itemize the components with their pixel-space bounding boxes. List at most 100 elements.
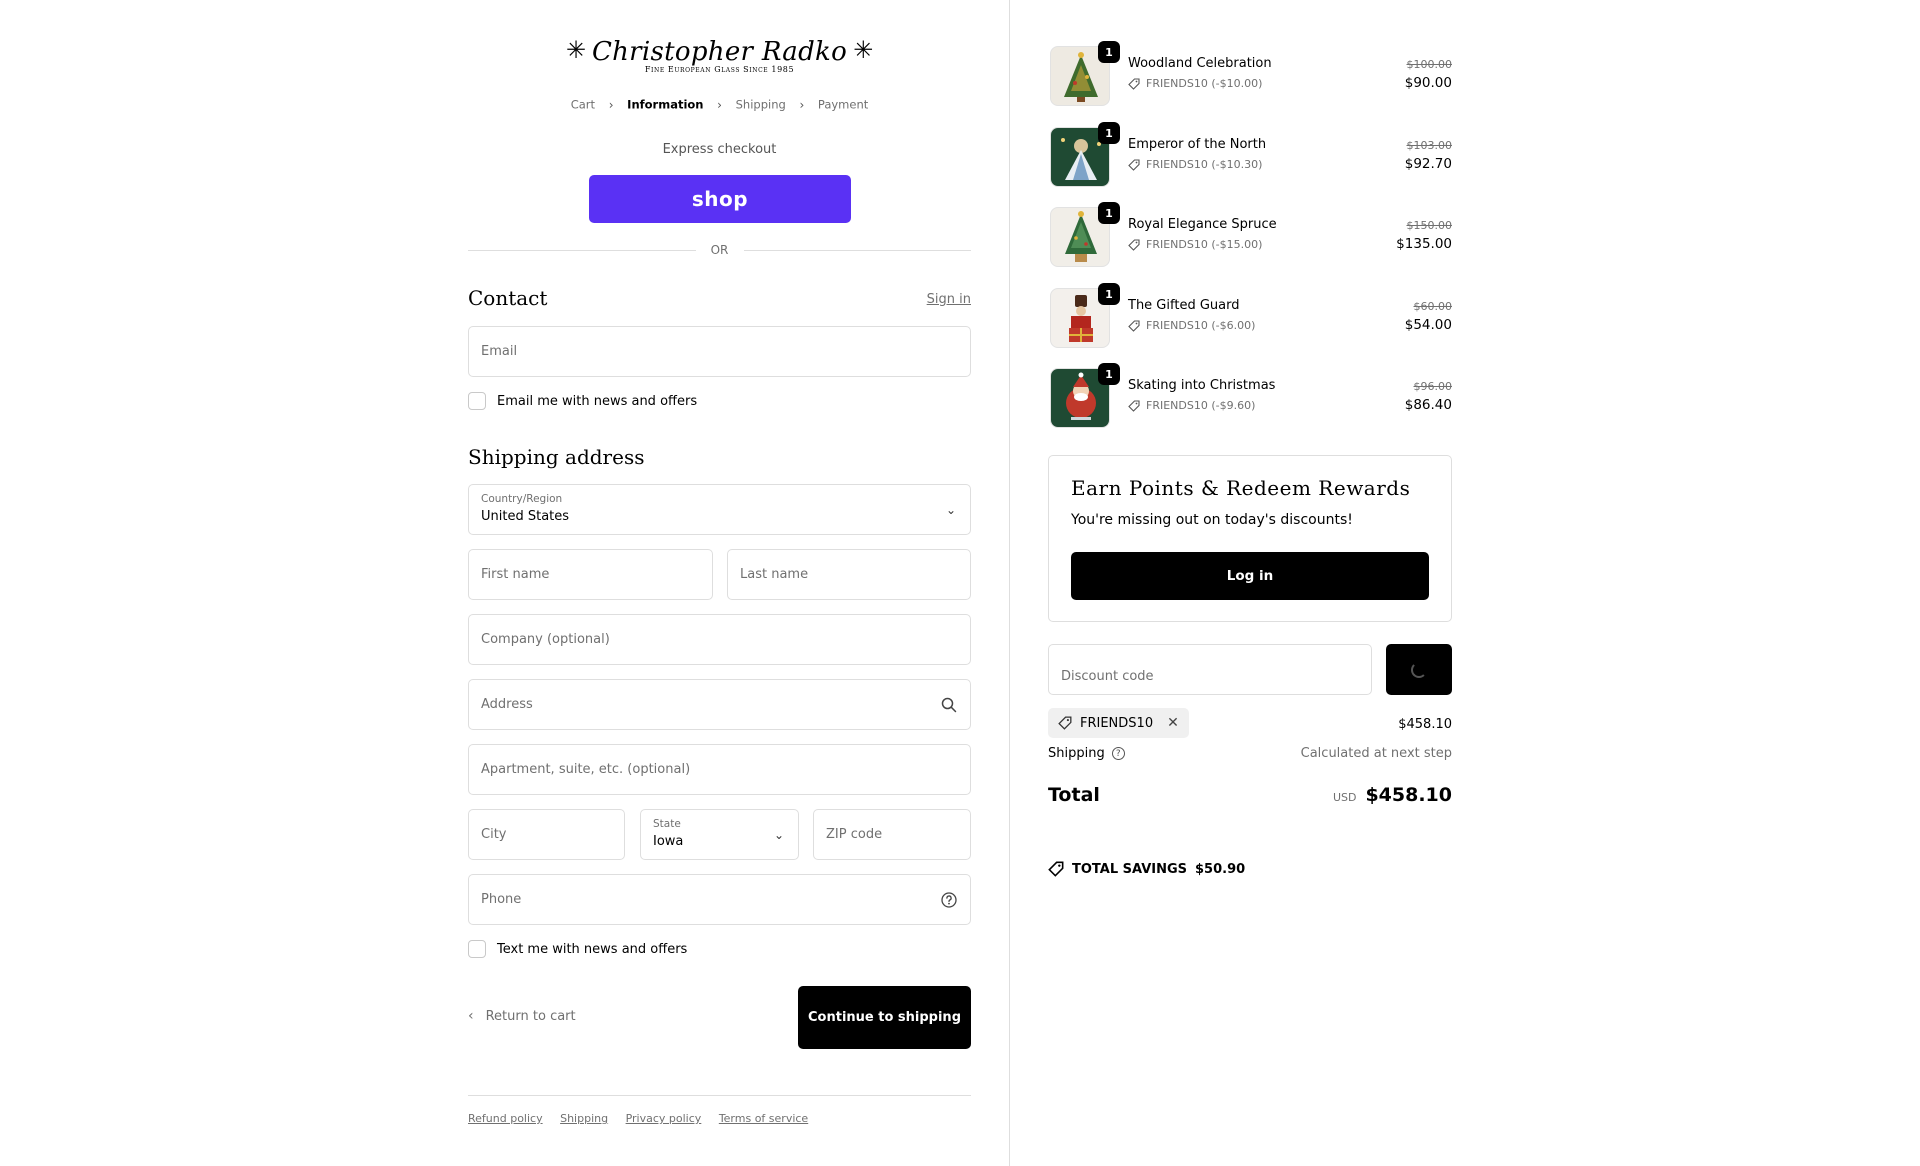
zip-field[interactable]: ZIP code <box>813 809 971 860</box>
terms-of-service-link[interactable]: Terms of service <box>719 1112 808 1125</box>
refund-policy-link[interactable]: Refund policy <box>468 1112 543 1125</box>
applied-code: FRIENDS10 <box>1080 715 1154 731</box>
country-value: United States <box>481 509 570 524</box>
brand-name: Christopher Radko <box>591 37 848 67</box>
item-discount-text: FRIENDS10 (-$9.60) <box>1146 399 1256 412</box>
shop-pay-button[interactable]: shop <box>589 175 851 223</box>
line-item: 1 Royal Elegance Spruce FRIENDS10 (-$15.… <box>1048 202 1452 269</box>
footer-links: Refund policy Shipping Privacy policy Te… <box>468 1112 822 1125</box>
email-placeholder: Email <box>481 344 518 359</box>
tag-icon <box>1128 158 1140 171</box>
help-icon[interactable]: ? <box>1111 747 1125 760</box>
tag-icon <box>1128 399 1140 412</box>
item-discount: FRIENDS10 (-$6.00) <box>1128 319 1255 332</box>
return-to-cart-link[interactable]: ‹ Return to cart <box>468 1008 576 1024</box>
rewards-card: Earn Points & Redeem Rewards You're miss… <box>1048 455 1452 622</box>
rewards-subtitle: You're missing out on today's discounts! <box>1071 512 1353 528</box>
apartment-placeholder: Apartment, suite, etc. (optional) <box>481 762 691 777</box>
company-placeholder: Company (optional) <box>481 632 610 647</box>
sms-opt-in-checkbox[interactable] <box>468 940 486 958</box>
checkout-form-panel: ✳ Christopher Radko ✳ Fine European Glass … <box>0 0 1009 1166</box>
apply-discount-button[interactable] <box>1386 644 1452 695</box>
sms-opt-in[interactable]: Text me with news and offers <box>468 940 687 958</box>
tag-icon <box>1128 238 1140 251</box>
chevron-right-icon: › <box>799 97 805 112</box>
express-checkout-label: Express checkout <box>662 142 777 157</box>
breadcrumb: Cart › Information › Shipping › Payment <box>468 97 971 112</box>
address-field[interactable]: Address <box>468 679 971 730</box>
first-name-field[interactable]: First name <box>468 549 713 600</box>
star-icon: ✳ <box>853 36 874 64</box>
address-placeholder: Address <box>481 697 533 712</box>
help-icon[interactable] <box>940 891 958 909</box>
item-discount: FRIENDS10 (-$9.60) <box>1128 399 1255 412</box>
state-select[interactable]: State Iowa ⌄ <box>640 809 799 860</box>
item-original-price: $103.00 <box>1406 139 1453 152</box>
continue-to-shipping-button[interactable]: Continue to shipping <box>798 986 971 1049</box>
quantity-badge: 1 <box>1098 202 1120 224</box>
item-price: $54.00 <box>1404 317 1452 333</box>
shipping-address-heading: Shipping address <box>468 445 645 469</box>
city-field[interactable]: City <box>468 809 625 860</box>
order-summary-panel: 1 Woodland Celebration FRIENDS10 (-$10.0… <box>1009 0 1920 1166</box>
item-discount-text: FRIENDS10 (-$10.00) <box>1146 77 1263 90</box>
email-field[interactable]: Email <box>468 326 971 377</box>
chevron-down-icon: ⌄ <box>945 503 956 517</box>
phone-placeholder: Phone <box>481 892 522 907</box>
brand-logo[interactable]: ✳ Christopher Radko ✳ Fine European Glass … <box>468 36 971 74</box>
log-in-button[interactable]: Log in <box>1071 552 1429 600</box>
quantity-badge: 1 <box>1098 122 1120 144</box>
item-original-price: $100.00 <box>1406 58 1453 71</box>
email-opt-in[interactable]: Email me with news and offers <box>468 392 697 410</box>
search-icon <box>941 697 957 713</box>
item-original-price: $60.00 <box>1413 300 1453 313</box>
country-select[interactable]: Country/Region United States ⌄ <box>468 484 971 535</box>
item-name: Emperor of the North <box>1128 137 1267 152</box>
return-to-cart-label: Return to cart <box>485 1008 576 1024</box>
sign-in-link[interactable]: Sign in <box>927 292 971 307</box>
shipping-row: Shipping ? <box>1048 746 1125 761</box>
line-item: 1 Emperor of the North FRIENDS10 (-$10.3… <box>1048 122 1453 189</box>
tag-icon <box>1058 716 1072 730</box>
breadcrumb-cart[interactable]: Cart <box>571 98 595 112</box>
subtotal-value: $458.10 <box>1398 717 1452 732</box>
state-value: Iowa <box>653 834 684 849</box>
quantity-badge: 1 <box>1098 363 1120 385</box>
shipping-label: Shipping <box>1048 746 1105 761</box>
brand-tagline: Fine European Glass Since 1985 <box>644 65 795 74</box>
item-discount: FRIENDS10 (-$10.30) <box>1128 158 1262 171</box>
close-icon[interactable]: ✕ <box>1167 715 1179 731</box>
item-price: $92.70 <box>1404 156 1452 172</box>
apartment-field[interactable]: Apartment, suite, etc. (optional) <box>468 744 971 795</box>
item-name: The Gifted Guard <box>1128 298 1240 313</box>
email-opt-in-checkbox[interactable] <box>468 392 486 410</box>
last-name-field[interactable]: Last name <box>727 549 971 600</box>
line-item: 1 Skating into Christmas FRIENDS10 (-$9.… <box>1048 363 1452 430</box>
privacy-policy-link[interactable]: Privacy policy <box>626 1112 702 1125</box>
item-discount: FRIENDS10 (-$10.00) <box>1128 77 1262 90</box>
item-name: Royal Elegance Spruce <box>1128 217 1277 232</box>
quantity-badge: 1 <box>1098 41 1120 63</box>
total-savings-value: $50.90 <box>1195 861 1246 877</box>
last-name-placeholder: Last name <box>740 567 809 582</box>
total-value: $458.10 <box>1365 784 1452 806</box>
first-name-placeholder: First name <box>481 567 550 582</box>
chevron-down-icon: ⌄ <box>773 828 784 842</box>
chevron-right-icon: › <box>717 97 722 112</box>
state-label: State <box>653 818 681 830</box>
total-savings-label: TOTAL SAVINGS <box>1072 861 1188 877</box>
item-discount-text: FRIENDS10 (-$6.00) <box>1146 319 1256 332</box>
discount-code-field[interactable]: Discount code <box>1048 644 1372 695</box>
breadcrumb-information: Information <box>627 97 704 112</box>
item-discount-text: FRIENDS10 (-$10.30) <box>1146 158 1263 171</box>
company-field[interactable]: Company (optional) <box>468 614 971 665</box>
rewards-title: Earn Points & Redeem Rewards <box>1071 476 1411 500</box>
total-savings: TOTAL SAVINGS $50.90 <box>1048 861 1245 877</box>
tag-icon <box>1128 77 1140 90</box>
item-price: $90.00 <box>1404 75 1452 91</box>
applied-discount-chip: FRIENDS10 ✕ <box>1048 708 1189 738</box>
phone-field[interactable]: Phone <box>468 874 971 925</box>
loading-spinner-icon <box>1411 661 1427 678</box>
shipping-policy-link[interactable]: Shipping <box>560 1112 608 1125</box>
divider-line <box>744 250 971 251</box>
